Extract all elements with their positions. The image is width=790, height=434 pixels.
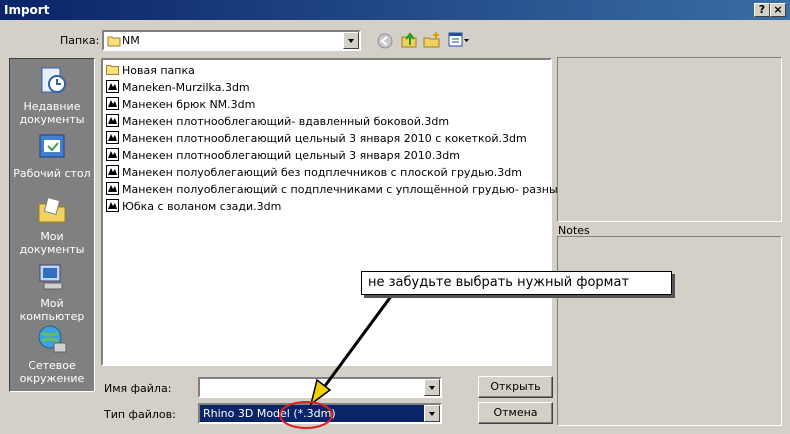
list-item[interactable]: Юбка с воланом сзади.3dm — [106, 199, 281, 215]
place-my-documents[interactable]: Мои документы — [10, 194, 94, 256]
help-button[interactable]: ? — [754, 3, 770, 17]
place-network[interactable]: Сетевое окружение — [10, 323, 94, 385]
back-icon[interactable] — [377, 33, 393, 49]
filename-combo[interactable] — [198, 377, 442, 398]
rhino-file-icon — [106, 148, 119, 161]
network-icon — [38, 325, 67, 353]
file-list[interactable]: Новая папка Maneken-Murzilka.3dm Манекен б… — [101, 58, 644, 366]
rhino-file-icon — [106, 114, 119, 127]
rhino-file-icon — [106, 182, 119, 195]
rhino-file-icon — [106, 80, 119, 93]
list-item[interactable]: Манекен полуоблегающий без подплечников … — [106, 165, 522, 181]
filename-label: Имя файла: — [104, 382, 172, 395]
lookin-combo[interactable]: NM — [102, 30, 361, 51]
open-button[interactable]: Открыть — [478, 376, 553, 398]
new-folder-icon[interactable] — [423, 31, 441, 49]
file-name: Манекен брюк NM.3dm — [122, 98, 256, 111]
list-item[interactable]: Maneken-Murzilka.3dm — [106, 80, 250, 96]
folder-icon — [106, 65, 119, 75]
close-button[interactable]: × — [770, 3, 786, 17]
lookin-label: Папка: — [60, 34, 100, 47]
filename-dropdown-button[interactable] — [424, 379, 440, 396]
place-recent-documents[interactable]: Недавние документы — [10, 64, 94, 126]
my-documents-icon — [38, 197, 66, 223]
filetype-dropdown-button[interactable] — [424, 405, 440, 422]
list-item[interactable]: Манекен плотнооблегающий- вдавленный бок… — [106, 114, 449, 130]
rhino-file-icon — [106, 131, 119, 144]
file-name: Манекен плотнооблегающий цельный 3 январ… — [122, 149, 460, 162]
filetype-label: Тип файлов: — [104, 408, 176, 421]
my-computer-icon — [39, 264, 63, 290]
desktop-icon — [39, 134, 65, 158]
rhino-file-icon — [106, 165, 119, 178]
recent-documents-icon — [41, 67, 66, 93]
preview-panel — [557, 57, 782, 222]
view-menu-icon[interactable] — [448, 32, 470, 48]
file-name: Юбка с воланом сзади.3dm — [122, 200, 282, 213]
place-my-computer[interactable]: Мой компьютер — [10, 261, 94, 323]
rhino-file-icon — [106, 199, 119, 212]
rhino-file-icon — [106, 97, 119, 110]
file-name: Манекен плотнооблегающий цельный 3 январ… — [122, 132, 527, 145]
folder-icon — [107, 36, 121, 47]
list-item[interactable]: Манекен плотнооблегающий цельный 3 январ… — [106, 131, 527, 147]
list-item[interactable]: Манекен плотнооблегающий цельный 3 январ… — [106, 148, 460, 164]
places-bar: Недавние документы Рабочий стол Мои доку… — [9, 58, 95, 392]
lookin-dropdown-button[interactable] — [343, 32, 359, 49]
list-item[interactable]: Новая папка — [106, 63, 195, 79]
title-bar: Import — [0, 0, 790, 20]
filetype-value: Rhino 3D Model (*.3dm) — [203, 407, 336, 420]
lookin-value: NM — [122, 34, 140, 47]
notes-panel — [557, 236, 782, 426]
file-name: Maneken-Murzilka.3dm — [122, 81, 250, 94]
list-item[interactable]: Манекен брюк NM.3dm — [106, 97, 255, 113]
up-folder-icon[interactable] — [400, 31, 418, 49]
window-title: Import — [4, 3, 50, 17]
filetype-combo[interactable]: Rhino 3D Model (*.3dm) — [198, 403, 442, 424]
file-name: Манекен полуоблегающий без подплечников … — [122, 166, 522, 179]
cancel-button[interactable]: Отмена — [478, 402, 553, 424]
place-desktop[interactable]: Рабочий стол — [10, 131, 94, 180]
file-name: Манекен плотнооблегающий- вдавленный бок… — [122, 115, 450, 128]
annotation-callout: не забудьте выбрать нужный формат — [361, 271, 672, 295]
file-name: Новая папка — [122, 64, 195, 77]
